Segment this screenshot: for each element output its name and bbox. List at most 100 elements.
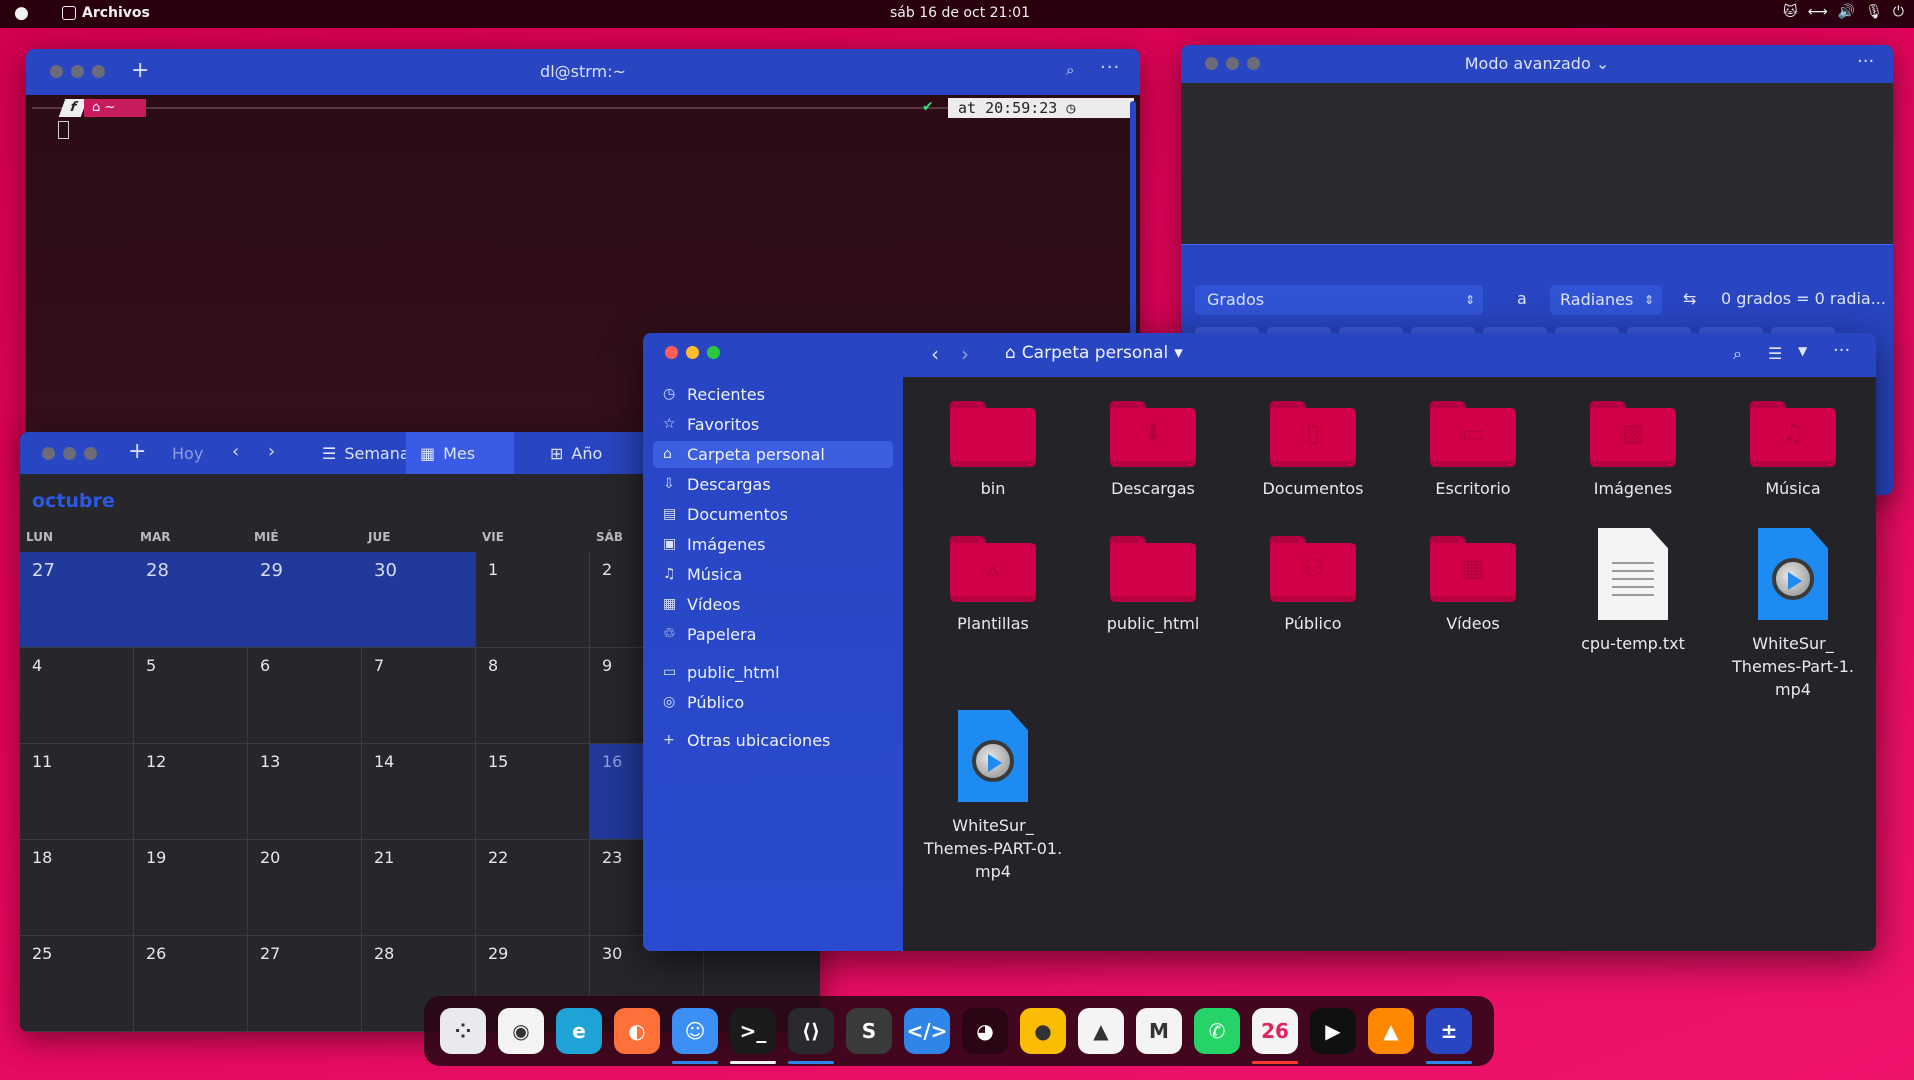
firefox-icon[interactable]: ◐ [614, 1008, 660, 1054]
sidebar-item[interactable]: ▦ Vídeos [653, 591, 893, 618]
lightbulb-icon[interactable]: ● [1020, 1008, 1066, 1054]
day-cell[interactable]: 28 [134, 552, 248, 648]
folder-item[interactable]: bin [923, 393, 1063, 500]
chrome-icon[interactable]: ◉ [498, 1008, 544, 1054]
file-item[interactable]: WhiteSur_ Themes-Part-1. mp4 [1723, 528, 1863, 701]
sidebar-item[interactable]: ◷ Recientes [653, 381, 893, 408]
folder-item[interactable]: ▨ Imágenes [1563, 393, 1703, 500]
chevron-left-icon[interactable]: ‹ [232, 441, 239, 462]
new-event-button[interactable]: + [128, 439, 146, 464]
sidebar-item[interactable]: ♲ Papelera [653, 621, 893, 648]
folder-item[interactable]: ⬇ Descargas [1083, 393, 1223, 500]
day-cell[interactable]: 29 [248, 552, 362, 648]
more-menu-button[interactable]: ··· [1833, 340, 1850, 361]
code-icon[interactable]: </> [904, 1008, 950, 1054]
breadcrumb[interactable]: ⌂ Carpeta personal ▾ [1005, 343, 1183, 363]
terminal-cursor[interactable] [58, 121, 69, 139]
day-cell[interactable]: 25 [20, 936, 134, 1032]
maximize-button[interactable] [707, 346, 720, 359]
day-cell[interactable]: 30 [362, 552, 476, 648]
from-unit-select[interactable]: Grados ⇕ [1195, 285, 1483, 315]
vlc-icon[interactable]: ▲ [1368, 1008, 1414, 1054]
view-month-button[interactable]: ▦ Mes [406, 432, 514, 474]
folder-item[interactable]: ▭ Escritorio [1403, 393, 1543, 500]
day-cell[interactable]: 7 [362, 648, 476, 744]
clock[interactable]: sáb 16 de oct 21:01 [880, 5, 1040, 21]
sidebar-item[interactable]: ▣ Imágenes [653, 531, 893, 558]
forward-button[interactable]: › [961, 342, 969, 366]
apple-icon[interactable]: ● [14, 3, 29, 23]
sidebar-item[interactable]: ⌂ Carpeta personal [653, 441, 893, 468]
day-cell[interactable]: 27 [248, 936, 362, 1032]
search-icon[interactable]: ⌕ [1066, 61, 1074, 79]
day-cell[interactable]: 6 [248, 648, 362, 744]
maximize-button[interactable] [84, 447, 97, 460]
day-cell[interactable]: 1 [476, 552, 590, 648]
search-icon[interactable]: ⌕ [1733, 344, 1742, 364]
active-app-menu[interactable]: Archivos [62, 5, 150, 21]
minimize-button[interactable] [63, 447, 76, 460]
folder-item[interactable]: ▦ Vídeos [1403, 528, 1543, 635]
chevron-right-icon[interactable]: › [268, 441, 275, 462]
file-item[interactable]: WhiteSur_ Themes-PART-01. mp4 [923, 710, 1063, 883]
sidebar-item[interactable]: ▤ Documentos [653, 501, 893, 528]
mode-selector[interactable]: Modo avanzado ⌄ [1181, 54, 1893, 73]
view-year-button[interactable]: ⊞ Año [536, 432, 616, 474]
grid-icon[interactable]: ⁘ [440, 1008, 486, 1054]
swap-units-button[interactable]: ⇆ [1683, 289, 1696, 308]
day-cell[interactable]: 12 [134, 744, 248, 840]
view-options-icon[interactable]: ▼ [1798, 344, 1807, 358]
folder-item[interactable]: ♫ Música [1723, 393, 1863, 500]
sidebar-item[interactable]: ☆ Favoritos [653, 411, 893, 438]
play-icon[interactable]: ▶ [1310, 1008, 1356, 1054]
day-cell[interactable]: 13 [248, 744, 362, 840]
sublime-icon[interactable]: S [846, 1008, 892, 1054]
close-button[interactable] [665, 346, 678, 359]
finder-icon[interactable]: ☺ [672, 1008, 718, 1064]
day-cell[interactable]: 18 [20, 840, 134, 936]
back-button[interactable]: ‹ [931, 342, 939, 366]
day-cell[interactable]: 20 [248, 840, 362, 936]
power-icon[interactable]: ⏻ [1893, 4, 1904, 20]
day-cell[interactable]: 22 [476, 840, 590, 936]
folder-item[interactable]: public_html [1083, 528, 1223, 635]
github-icon[interactable]: ◕ [962, 1008, 1008, 1054]
calculator-display[interactable] [1181, 83, 1893, 245]
sidebar-item[interactable]: ♫ Música [653, 561, 893, 588]
whatsapp-icon[interactable]: ✆ [1194, 1008, 1240, 1054]
day-cell[interactable]: 19 [134, 840, 248, 936]
minimize-button[interactable] [686, 346, 699, 359]
more-menu-button[interactable]: ··· [1100, 57, 1120, 78]
day-cell[interactable]: 14 [362, 744, 476, 840]
day-cell[interactable]: 5 [134, 648, 248, 744]
drive-icon[interactable]: ▲ [1078, 1008, 1124, 1054]
day-cell[interactable]: 4 [20, 648, 134, 744]
to-unit-select[interactable]: Radianes ⇕ [1550, 285, 1662, 315]
day-cell[interactable]: 11 [20, 744, 134, 840]
network-icon[interactable]: ⟷ [1808, 4, 1828, 20]
day-cell[interactable]: 8 [476, 648, 590, 744]
more-menu-button[interactable]: ··· [1857, 51, 1874, 72]
sidebar-bookmark[interactable]: ▭ public_html [653, 659, 893, 686]
folder-item[interactable]: ▯ Documentos [1243, 393, 1383, 500]
cat-icon[interactable]: 🐱 [1783, 4, 1798, 20]
mic-icon[interactable]: 🎙 [1865, 4, 1883, 20]
edge-icon[interactable]: e [556, 1008, 602, 1054]
gmail-icon[interactable]: M [1136, 1008, 1182, 1054]
terminal-icon[interactable]: >_ [730, 1008, 776, 1064]
day-cell[interactable]: 21 [362, 840, 476, 936]
close-button[interactable] [42, 447, 55, 460]
file-item[interactable]: cpu-temp.txt [1563, 528, 1703, 655]
sidebar-item[interactable]: ⇩ Descargas [653, 471, 893, 498]
volume-icon[interactable]: 🔊 [1838, 4, 1855, 20]
vscode-icon[interactable]: ⟨⟩ [788, 1008, 834, 1064]
folder-item[interactable]: ⚇ Público [1243, 528, 1383, 635]
sidebar-bookmark[interactable]: ◎ Público [653, 689, 893, 716]
day-cell[interactable]: 15 [476, 744, 590, 840]
list-view-icon[interactable]: ☰ [1768, 344, 1782, 363]
day-cell[interactable]: 26 [134, 936, 248, 1032]
today-button[interactable]: Hoy [172, 444, 203, 463]
calendar-icon[interactable]: 26 [1252, 1008, 1298, 1064]
calculator-icon[interactable]: ± [1426, 1008, 1472, 1064]
sidebar-other-locations[interactable]: + Otras ubicaciones [653, 727, 893, 754]
